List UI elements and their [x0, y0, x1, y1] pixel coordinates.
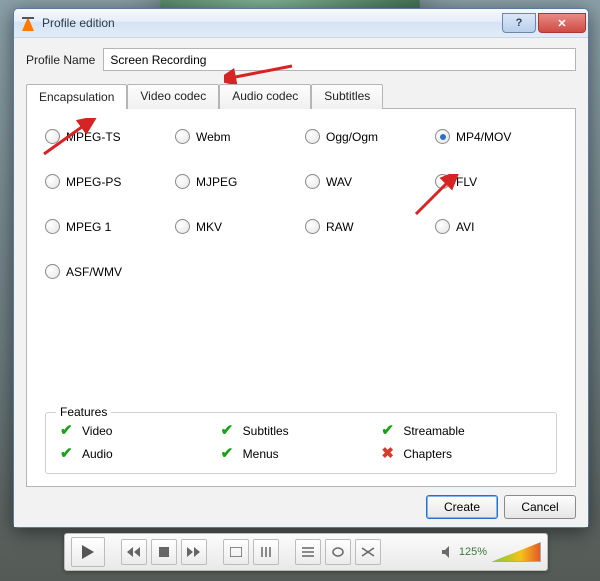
dialog-buttons: Create Cancel	[26, 487, 576, 519]
feature-chapters: ✖ Chapters	[381, 446, 542, 461]
radio-indicator	[175, 219, 190, 234]
radio-mkv[interactable]: MKV	[175, 219, 297, 234]
cross-icon: ✖	[381, 446, 397, 461]
play-button[interactable]	[71, 537, 105, 567]
radio-label: WAV	[326, 175, 352, 189]
feature-subtitles: ✔ Subtitles	[221, 423, 382, 438]
feature-video: ✔ Video	[60, 423, 221, 438]
radio-mp4-mov[interactable]: MP4/MOV	[435, 129, 557, 144]
shuffle-button[interactable]	[355, 539, 381, 565]
feature-label: Chapters	[403, 447, 452, 461]
tab-encapsulation[interactable]: Encapsulation	[26, 84, 127, 109]
radio-label: AVI	[456, 220, 474, 234]
radio-indicator	[435, 129, 450, 144]
feature-streamable: ✔ Streamable	[381, 423, 542, 438]
check-icon: ✔	[221, 446, 237, 461]
radio-ogg-ogm[interactable]: Ogg/Ogm	[305, 129, 427, 144]
dialog-body: Profile Name EncapsulationVideo codecAud…	[14, 38, 588, 527]
radio-raw[interactable]: RAW	[305, 219, 427, 234]
equalizer-button[interactable]	[253, 539, 279, 565]
radio-label: FLV	[456, 175, 477, 189]
radio-indicator	[305, 129, 320, 144]
tab-panel-encapsulation: MPEG-TS Webm Ogg/Ogm MP4/MOV MPEG-PS MJPEG WAV…	[26, 108, 576, 487]
volume-text: 125%	[459, 546, 487, 558]
radio-label: ASF/WMV	[66, 265, 122, 279]
radio-label: MKV	[196, 220, 222, 234]
help-button[interactable]: ?	[502, 13, 536, 33]
radio-indicator	[435, 174, 450, 189]
radio-indicator	[305, 174, 320, 189]
playlist-button[interactable]	[295, 539, 321, 565]
feature-label: Subtitles	[243, 424, 289, 438]
tab-subtitles[interactable]: Subtitles	[311, 84, 383, 109]
radio-webm[interactable]: Webm	[175, 129, 297, 144]
radio-mjpeg[interactable]: MJPEG	[175, 174, 297, 189]
cancel-button[interactable]: Cancel	[504, 495, 576, 519]
feature-label: Video	[82, 424, 112, 438]
radio-label: Webm	[196, 130, 230, 144]
radio-label: Ogg/Ogm	[326, 130, 378, 144]
radio-indicator	[45, 219, 60, 234]
radio-indicator	[45, 264, 60, 279]
speaker-icon	[441, 545, 455, 559]
radio-indicator	[45, 174, 60, 189]
player-control-bar: 125%	[64, 533, 548, 571]
vlc-cone-icon	[20, 15, 36, 31]
tab-audio-codec[interactable]: Audio codec	[219, 84, 311, 109]
check-icon: ✔	[60, 423, 76, 438]
check-icon: ✔	[60, 446, 76, 461]
feature-label: Menus	[243, 447, 279, 461]
check-icon: ✔	[221, 423, 237, 438]
radio-indicator	[45, 129, 60, 144]
radio-indicator	[175, 174, 190, 189]
volume-slider[interactable]	[491, 542, 541, 562]
stop-button[interactable]	[151, 539, 177, 565]
radio-avi[interactable]: AVI	[435, 219, 557, 234]
radio-wav[interactable]: WAV	[305, 174, 427, 189]
profile-name-row: Profile Name	[26, 48, 576, 71]
skip-back-button[interactable]	[121, 539, 147, 565]
radio-flv[interactable]: FLV	[435, 174, 557, 189]
tabs: EncapsulationVideo codecAudio codecSubti…	[26, 83, 576, 487]
check-icon: ✔	[381, 423, 397, 438]
create-button[interactable]: Create	[426, 495, 498, 519]
radio-label: MPEG-TS	[66, 130, 121, 144]
radio-label: MPEG-PS	[66, 175, 121, 189]
radio-label: MP4/MOV	[456, 130, 511, 144]
profile-name-label: Profile Name	[26, 53, 95, 67]
radio-mpeg-ps[interactable]: MPEG-PS	[45, 174, 167, 189]
profile-edition-dialog: Profile edition ? ✕ Profile Name Encapsu…	[13, 8, 589, 528]
radio-mpeg-1[interactable]: MPEG 1	[45, 219, 167, 234]
feature-menus: ✔ Menus	[221, 446, 382, 461]
features-title: Features	[56, 405, 111, 419]
radio-label: MJPEG	[196, 175, 237, 189]
volume-control[interactable]: 125%	[441, 542, 541, 562]
feature-audio: ✔ Audio	[60, 446, 221, 461]
fullscreen-button[interactable]	[223, 539, 249, 565]
feature-label: Audio	[82, 447, 113, 461]
window-title: Profile edition	[42, 16, 115, 30]
radio-label: MPEG 1	[66, 220, 111, 234]
radio-label: RAW	[326, 220, 354, 234]
loop-button[interactable]	[325, 539, 351, 565]
radio-indicator	[435, 219, 450, 234]
titlebar[interactable]: Profile edition ? ✕	[14, 9, 588, 38]
profile-name-input[interactable]	[103, 48, 576, 71]
skip-forward-button[interactable]	[181, 539, 207, 565]
radio-indicator	[305, 219, 320, 234]
radio-asf-wmv[interactable]: ASF/WMV	[45, 264, 167, 279]
features-group: Features ✔Video✔Subtitles✔Streamable✔Aud…	[45, 412, 557, 474]
feature-label: Streamable	[403, 424, 464, 438]
radio-mpeg-ts[interactable]: MPEG-TS	[45, 129, 167, 144]
tab-video-codec[interactable]: Video codec	[127, 84, 219, 109]
close-button[interactable]: ✕	[538, 13, 586, 33]
radio-indicator	[175, 129, 190, 144]
